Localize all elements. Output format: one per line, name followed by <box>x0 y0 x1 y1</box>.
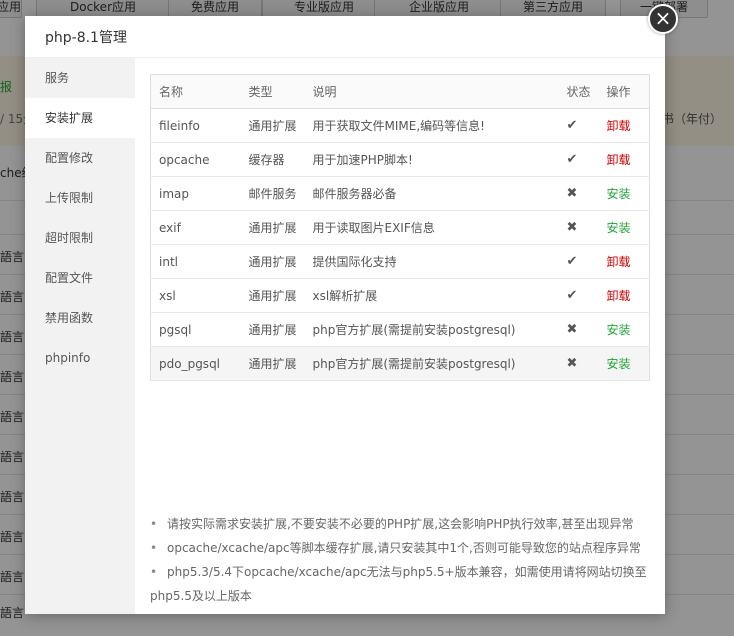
install-link[interactable]: 安装 <box>607 357 631 371</box>
cross-icon: ✖ <box>566 322 578 337</box>
extension-description: 用于获取文件MIME,编码等信息! <box>304 108 559 143</box>
header-action: 操作 <box>598 74 650 109</box>
sidebar-item-disabled-functions[interactable]: 禁用函数 <box>25 298 135 338</box>
extension-type: 通用扩展 <box>240 278 305 313</box>
close-icon[interactable]: × <box>648 4 678 34</box>
extension-description: 用于加速PHP脚本! <box>304 142 559 177</box>
sidebar-item-config-file[interactable]: 配置文件 <box>25 258 135 298</box>
table-row: exif 通用扩展 用于读取图片EXIF信息 ✖ 安装 <box>150 210 650 245</box>
header-status: 状态 <box>558 74 599 109</box>
uninstall-link[interactable]: 卸载 <box>607 119 631 133</box>
table-row: intl 通用扩展 提供国际化支持 ✔ 卸载 <box>150 244 650 279</box>
extension-description: 邮件服务器必备 <box>304 176 559 211</box>
cross-icon: ✖ <box>566 356 578 371</box>
table-row: imap 邮件服务 邮件服务器必备 ✖ 安装 <box>150 176 650 211</box>
table-row: xsl 通用扩展 xsl解析扩展 ✔ 卸载 <box>150 278 650 313</box>
extension-name: intl <box>150 244 241 279</box>
check-icon: ✔ <box>566 254 578 269</box>
cross-icon: ✖ <box>566 220 578 235</box>
extension-type: 邮件服务 <box>240 176 305 211</box>
extension-description: php官方扩展(需提前安装postgresql) <box>304 346 559 381</box>
php-manager-dialog: php-8.1管理 服务 安装扩展 配置修改 上传限制 超时限制 配置文件 禁用… <box>25 16 665 614</box>
extension-type: 通用扩展 <box>240 244 305 279</box>
tip-item: opcache/xcache/apc等脚本缓存扩展,请只安装其中1个,否则可能导… <box>150 536 650 560</box>
extension-name: exif <box>150 210 241 245</box>
extension-name: imap <box>150 176 241 211</box>
header-description: 说明 <box>304 74 559 109</box>
table-row: pgsql 通用扩展 php官方扩展(需提前安装postgresql) ✖ 安装 <box>150 312 650 347</box>
tip-item: php5.3/5.4下opcache/xcache/apc无法与php5.5+版… <box>150 560 650 608</box>
sidebar-item-config-edit[interactable]: 配置修改 <box>25 138 135 178</box>
extension-name: xsl <box>150 278 241 313</box>
sidebar-item-upload-limit[interactable]: 上传限制 <box>25 178 135 218</box>
table-row: fileinfo 通用扩展 用于获取文件MIME,编码等信息! ✔ 卸载 <box>150 108 650 143</box>
header-name: 名称 <box>150 74 241 109</box>
extension-type: 缓存器 <box>240 142 305 177</box>
dialog-sidebar: 服务 安装扩展 配置修改 上传限制 超时限制 配置文件 禁用函数 phpinfo <box>25 58 135 614</box>
sidebar-item-service[interactable]: 服务 <box>25 58 135 98</box>
extension-description: php官方扩展(需提前安装postgresql) <box>304 312 559 347</box>
extensions-table: 名称 类型 说明 状态 操作 fileinfo 通用扩展 用于获取文件MIME,… <box>150 74 650 381</box>
check-icon: ✔ <box>566 152 578 167</box>
extension-name: pdo_pgsql <box>150 346 241 381</box>
tip-item: 请按实际需求安装扩展,不要安装不必要的PHP扩展,这会影响PHP执行效率,甚至出… <box>150 512 650 536</box>
extension-type: 通用扩展 <box>240 346 305 381</box>
extension-description: xsl解析扩展 <box>304 278 559 313</box>
extensions-panel: 名称 类型 说明 状态 操作 fileinfo 通用扩展 用于获取文件MIME,… <box>150 74 650 381</box>
sidebar-item-timeout-limit[interactable]: 超时限制 <box>25 218 135 258</box>
extension-name: pgsql <box>150 312 241 347</box>
uninstall-link[interactable]: 卸载 <box>607 255 631 269</box>
table-row: pdo_pgsql 通用扩展 php官方扩展(需提前安装postgresql) … <box>150 346 650 381</box>
table-header-row: 名称 类型 说明 状态 操作 <box>150 74 650 109</box>
extension-type: 通用扩展 <box>240 312 305 347</box>
sidebar-item-install-extensions[interactable]: 安装扩展 <box>25 98 135 138</box>
extension-name: fileinfo <box>150 108 241 143</box>
extension-name: opcache <box>150 142 241 177</box>
tips-list: 请按实际需求安装扩展,不要安装不必要的PHP扩展,这会影响PHP执行效率,甚至出… <box>150 512 650 608</box>
dialog-title: php-8.1管理 <box>25 16 665 58</box>
table-row: opcache 缓存器 用于加速PHP脚本! ✔ 卸载 <box>150 142 650 177</box>
extension-type: 通用扩展 <box>240 108 305 143</box>
check-icon: ✔ <box>566 118 578 133</box>
extension-type: 通用扩展 <box>240 210 305 245</box>
header-type: 类型 <box>240 74 305 109</box>
uninstall-link[interactable]: 卸载 <box>607 153 631 167</box>
extension-description: 提供国际化支持 <box>304 244 559 279</box>
cross-icon: ✖ <box>566 186 578 201</box>
check-icon: ✔ <box>566 288 578 303</box>
install-link[interactable]: 安装 <box>607 187 631 201</box>
extension-description: 用于读取图片EXIF信息 <box>304 210 559 245</box>
uninstall-link[interactable]: 卸载 <box>607 289 631 303</box>
sidebar-item-phpinfo[interactable]: phpinfo <box>25 338 135 378</box>
install-link[interactable]: 安装 <box>607 323 631 337</box>
install-link[interactable]: 安装 <box>607 221 631 235</box>
